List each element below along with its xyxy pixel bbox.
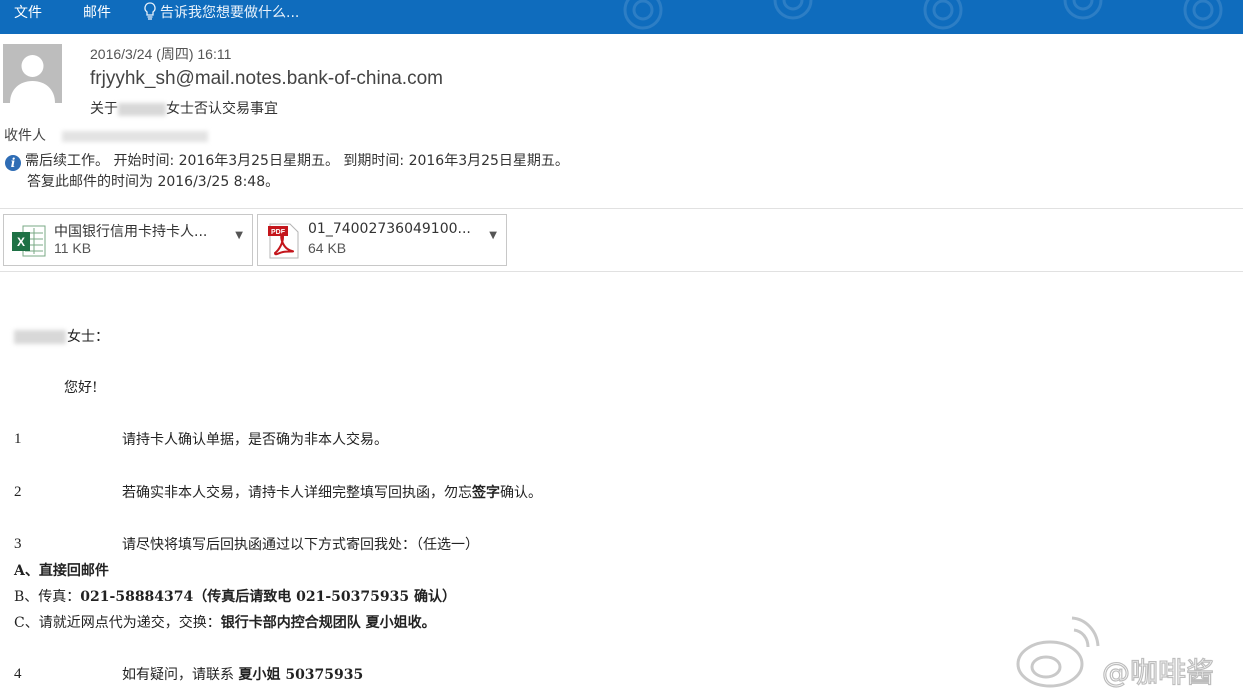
attachment-size: 64 KB [308,240,347,256]
pdf-icon: PDF [268,223,299,259]
sent-date: 2016/3/24 (周四) 16:11 [90,46,232,62]
option-b: B、传真：021-58884374（传真后请致电 021-50375935 确认… [14,586,456,606]
weibo-watermark: @咖啡酱 [1010,612,1243,693]
item-text-part: 若确实非本人交易，请持卡人详细完整填写回执函，勿忘 [122,485,472,501]
option-b-label: B、传真： [14,589,81,605]
tell-me-placeholder: 告诉我您想要做什么... [160,5,300,21]
option-a: A、直接回邮件 [14,563,109,579]
svg-text:X: X [17,235,25,249]
option-c-label: C、请就近网点代为递交，交换： [14,615,221,631]
attachment-name: 01_74002736049100... [308,221,471,237]
greeting-line: 女士： [14,326,109,346]
redacted-recipient [62,130,208,142]
attachment-divider [0,271,1243,272]
tab-file[interactable]: 文件 [14,2,42,22]
item-text-part: 如有疑问，请联系 [122,667,239,683]
attachment-pdf[interactable]: PDF 01_74002736049100... 64 KB ▼ [257,214,507,266]
item-text: 如有疑问，请联系 夏小姐 50375935 [122,664,363,684]
option-c: C、请就近网点代为递交，交换：银行卡部内控合规团队 夏小姐收。 [14,612,436,632]
sender-avatar [3,44,62,103]
info-icon: i [5,155,21,171]
excel-icon: X [12,225,46,257]
item-number: 4 [14,666,22,682]
ribbon-bar: 文件 邮件 告诉我您想要做什么... [0,0,1243,34]
sender-address[interactable]: frjyyhk_sh@mail.notes.bank-of-china.com [90,68,443,90]
item-number: 1 [14,431,22,447]
chevron-down-icon[interactable]: ▼ [489,230,497,241]
person-icon [10,55,55,103]
tell-me-search[interactable]: 告诉我您想要做什么... [143,2,299,22]
attachment-size: 11 KB [54,240,92,256]
greeting-text: 女士： [67,329,109,345]
hello-line: 您好! [64,380,98,396]
svg-text:@咖啡酱: @咖啡酱 [1102,656,1214,689]
weibo-logo-icon: @咖啡酱 [1016,616,1215,690]
header-divider [0,208,1243,209]
item-text: 若确实非本人交易，请持卡人详细完整填写回执函，勿忘签字确认。 [122,482,542,502]
option-c-value: 银行卡部内控合规团队 夏小姐收。 [220,615,436,631]
ribbon-decoration [623,0,1223,30]
subject-prefix: 关于 [90,101,118,117]
item-text: 请持卡人确认单据，是否确为非本人交易。 [122,432,388,448]
attachment-name: 中国银行信用卡持卡人... [54,224,208,240]
item-number: 3 [14,536,22,552]
redacted-name [118,102,166,116]
email-subject: 关于 女士否认交易事宜 [90,98,278,118]
reply-time-line: 答复此邮件的时间为 2016/3/25 8:48。 [27,174,280,190]
item-text-part: 确认。 [500,485,542,501]
option-b-value: 021-58884374（传真后请致电 021-50375935 确认） [80,589,456,605]
item-text-emphasis: 签字 [472,485,500,501]
chevron-down-icon[interactable]: ▼ [235,230,243,241]
followup-line: 需后续工作。 开始时间: 2016年3月25日星期五。 到期时间: 2016年3… [25,153,569,169]
followup-info: i 需后续工作。 开始时间: 2016年3月25日星期五。 到期时间: 2016年… [5,151,569,193]
contact-info: 夏小姐 50375935 [238,667,364,683]
tab-mail[interactable]: 邮件 [83,2,111,22]
item-text: 请尽快将填写后回执函通过以下方式寄回我处：（任选一） [122,537,479,553]
recipient-row: 收件人 [4,125,208,145]
item-number: 2 [14,484,22,500]
to-label: 收件人 [4,128,46,144]
attachment-excel[interactable]: X 中国银行信用卡持卡人... 11 KB ▼ [3,214,253,266]
redacted-name [14,330,66,344]
subject-suffix: 女士否认交易事宜 [166,101,278,117]
lightbulb-icon [144,2,156,20]
